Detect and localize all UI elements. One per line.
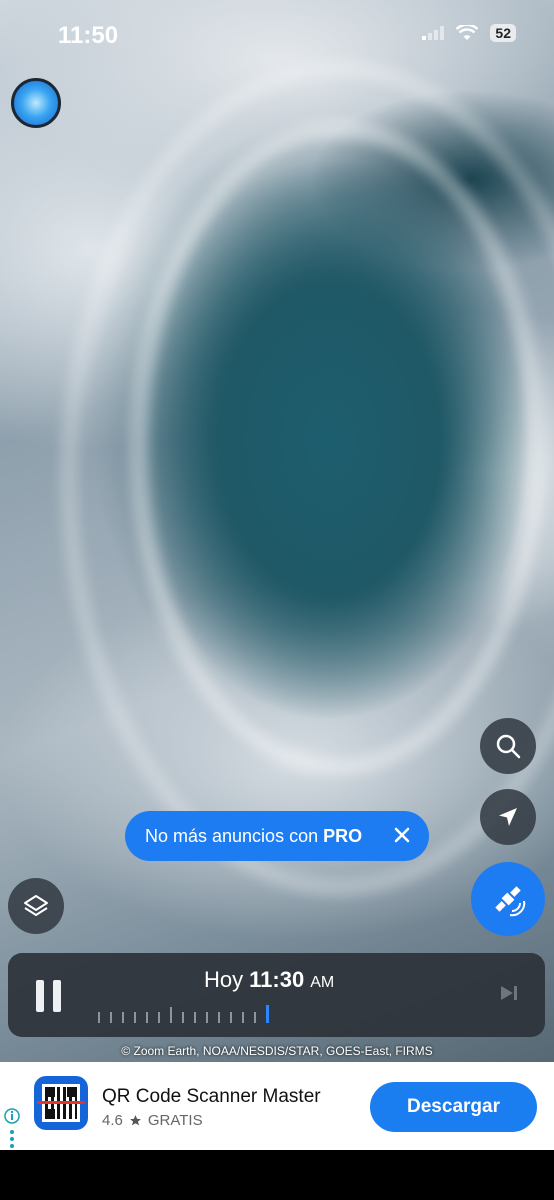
- cloud-swirl: [60, 60, 554, 896]
- wifi-icon: [456, 25, 479, 40]
- location-arrow-icon: [499, 808, 517, 826]
- timeline-tick: [122, 1012, 124, 1023]
- skip-forward-icon[interactable]: [499, 984, 519, 1002]
- satellite-button[interactable]: [471, 862, 545, 936]
- zoom-earth-logo[interactable]: [11, 78, 61, 128]
- ad-banner[interactable]: QR Code Scanner Master 4.6 GRATIS Descar…: [0, 1062, 554, 1150]
- layers-icon: [24, 895, 48, 916]
- layers-button[interactable]: [8, 878, 64, 934]
- timeline-tick: [254, 1012, 256, 1023]
- locate-button[interactable]: [480, 789, 536, 845]
- timeline-tick: [158, 1012, 160, 1023]
- timeline-tick: [170, 1007, 172, 1023]
- pause-icon[interactable]: [36, 980, 61, 1012]
- download-button[interactable]: Descargar: [370, 1082, 537, 1132]
- bottom-bar: [0, 1150, 554, 1200]
- satellite-icon: [495, 886, 526, 917]
- map-attribution: © Zoom Earth, NOAA/NESDIS/STAR, GOES-Eas…: [121, 1044, 433, 1058]
- ad-app-icon[interactable]: [34, 1076, 88, 1130]
- search-icon: [496, 734, 521, 759]
- timeline-player: Hoy 11:30 AM: [8, 953, 545, 1037]
- timeline-tick: [98, 1012, 100, 1023]
- timeline-tick: [146, 1012, 148, 1023]
- ad-app-meta: 4.6 GRATIS: [102, 1112, 203, 1129]
- status-icons: 52: [422, 24, 516, 42]
- timeline-time: Hoy 11:30 AM: [204, 967, 334, 993]
- info-icon[interactable]: [4, 1108, 20, 1154]
- qr-code-icon: [37, 1084, 85, 1122]
- star-icon: [129, 1115, 141, 1126]
- timeline-tick: [194, 1012, 196, 1023]
- timeline-tick: [134, 1012, 136, 1023]
- timeline-ampm: AM: [310, 974, 335, 991]
- ad-rating: 4.6: [102, 1112, 123, 1129]
- pro-promo-text-pro: PRO: [323, 825, 363, 846]
- search-button[interactable]: [480, 718, 536, 774]
- timeline-tick: [242, 1012, 244, 1023]
- timeline-day: Hoy: [204, 967, 244, 992]
- signal-icon: [422, 26, 445, 40]
- timeline-tick: [110, 1012, 112, 1023]
- timeline-tick: [218, 1012, 220, 1023]
- timeline-clock: 11:30: [249, 967, 305, 992]
- timeline-tick: [206, 1012, 208, 1023]
- pro-promo-text: No más anuncios con PRO: [145, 826, 362, 847]
- close-icon[interactable]: [391, 824, 413, 846]
- pro-promo-banner[interactable]: No más anuncios con PRO: [125, 811, 429, 861]
- ad-price: GRATIS: [147, 1112, 203, 1129]
- timeline-current-marker[interactable]: [266, 1005, 269, 1023]
- ad-app-title[interactable]: QR Code Scanner Master: [102, 1086, 321, 1108]
- timeline-tick: [182, 1012, 184, 1023]
- battery-indicator: 52: [490, 24, 516, 42]
- timeline-tick: [230, 1012, 232, 1023]
- timeline-scrubber[interactable]: [98, 1005, 269, 1023]
- status-time: 11:50: [58, 22, 119, 49]
- pro-promo-text-main: No más anuncios con: [145, 825, 324, 846]
